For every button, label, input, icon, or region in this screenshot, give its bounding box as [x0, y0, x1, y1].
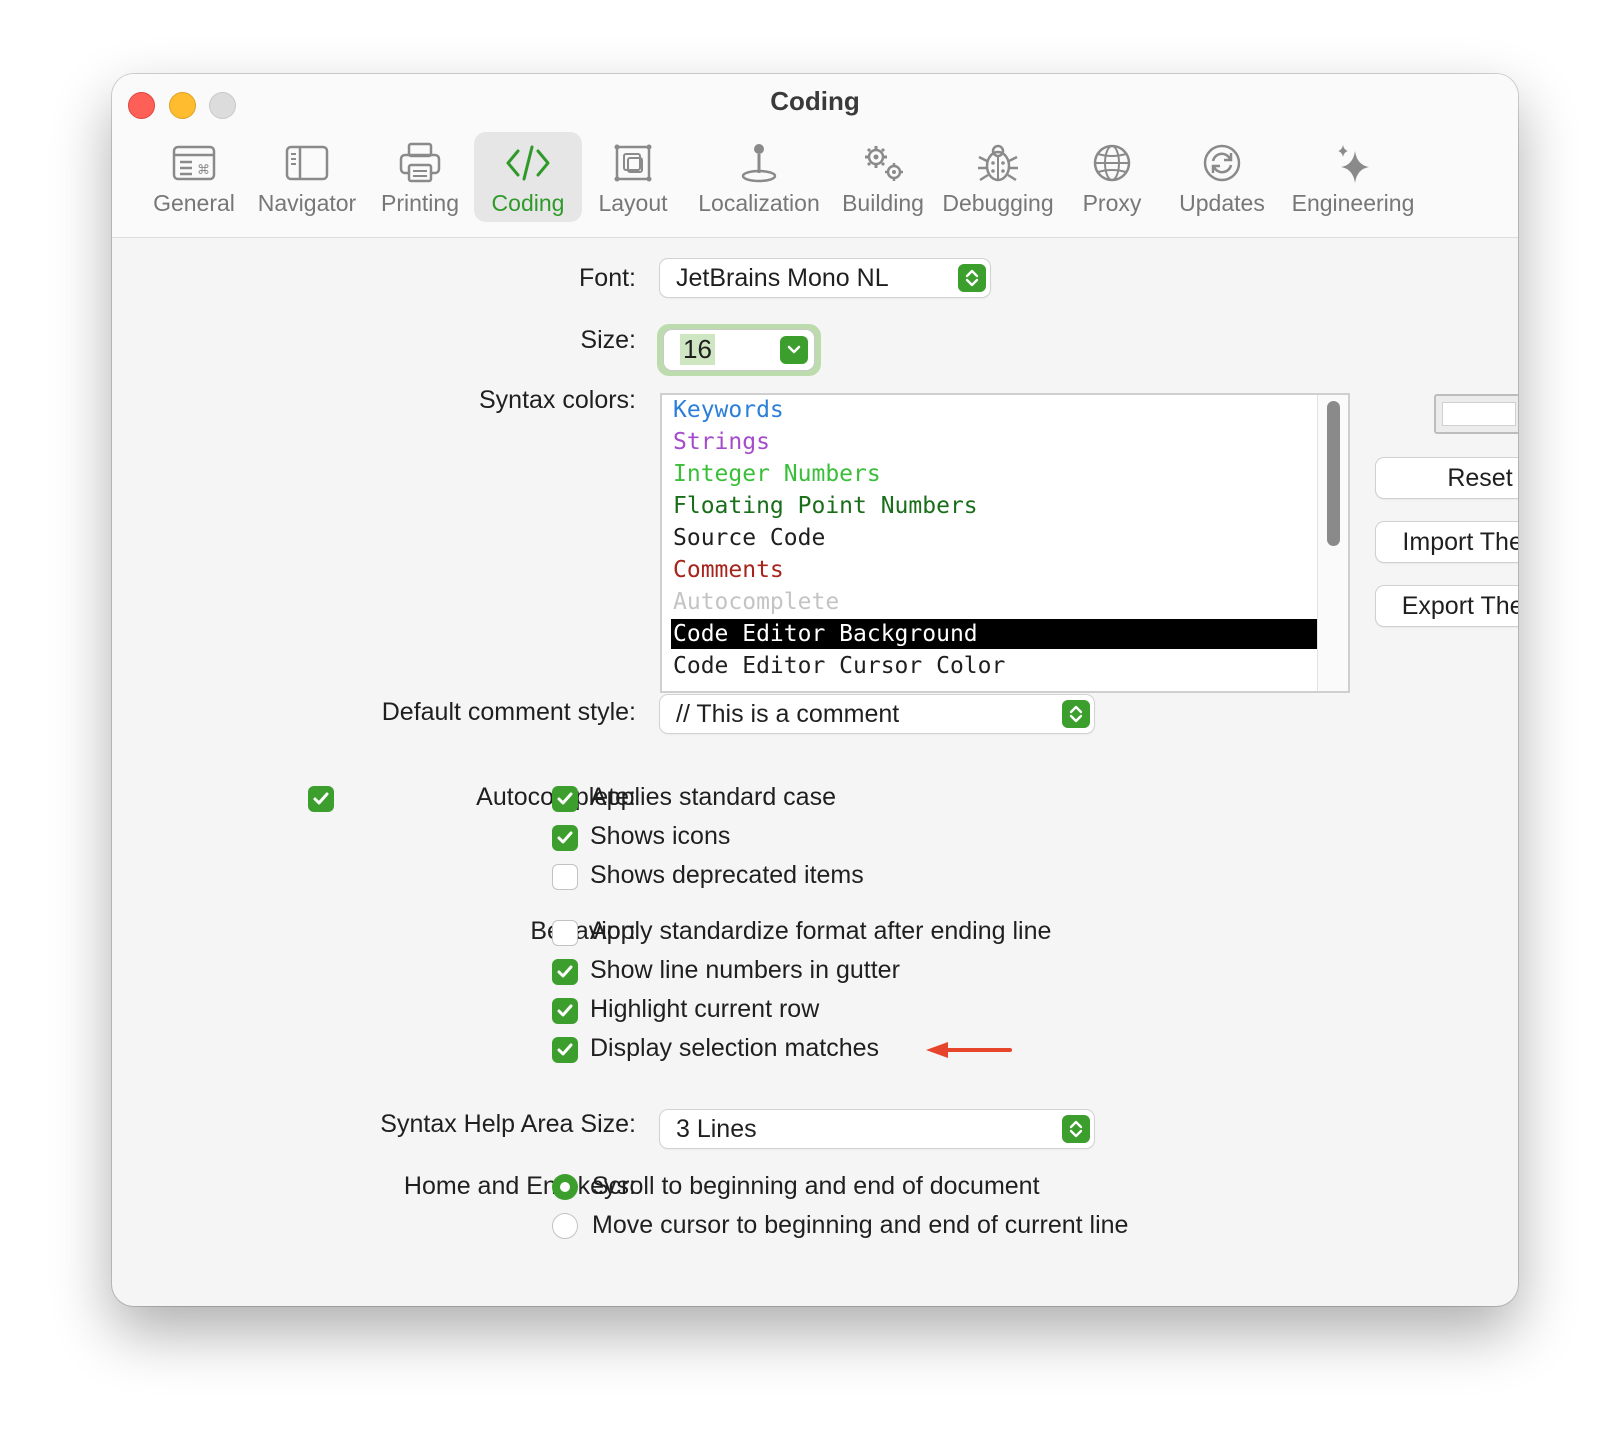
list-item[interactable]: Source Code: [671, 523, 1325, 553]
list-item[interactable]: Strings: [671, 427, 1325, 457]
reset-button[interactable]: Reset: [1376, 458, 1518, 498]
help-area-popup[interactable]: 3 Lines: [660, 1110, 1094, 1148]
scrollbar-thumb[interactable]: [1327, 401, 1340, 546]
list-item[interactable]: Keywords: [671, 395, 1325, 425]
chevron-up-down-icon: [1062, 1115, 1090, 1143]
move-cursor-radio[interactable]: [552, 1213, 578, 1239]
font-popup[interactable]: JetBrains Mono NL: [660, 259, 990, 297]
checkbox-label: Applies standard case: [590, 783, 836, 811]
list-item[interactable]: Integer Numbers: [671, 459, 1325, 489]
tab-debugging[interactable]: Debugging: [938, 132, 1058, 222]
shows-deprecated-items-checkbox[interactable]: [552, 864, 578, 890]
tab-label: Engineering: [1291, 190, 1415, 216]
chevron-up-down-icon: [1062, 700, 1090, 728]
layout-icon: [607, 140, 659, 186]
tab-engineering[interactable]: Engineering: [1288, 132, 1418, 222]
tab-label: Building: [842, 190, 924, 216]
checkbox-label: Shows deprecated items: [590, 861, 864, 889]
scroll-document-radio[interactable]: [552, 1174, 578, 1200]
tab-building[interactable]: Building: [840, 132, 926, 222]
list-item[interactable]: Comments: [671, 555, 1325, 585]
color-well[interactable]: [1434, 394, 1518, 434]
font-label: Font:: [579, 264, 636, 292]
show-line-numbers-checkbox[interactable]: [552, 959, 578, 985]
list-item-selected[interactable]: Code Editor Background: [671, 619, 1325, 649]
printer-icon: [394, 140, 446, 186]
code-brackets-icon: [502, 140, 554, 186]
svg-text:⌘: ⌘: [197, 163, 210, 178]
checkbox-label: Apply standardize format after ending li…: [590, 917, 1052, 945]
tab-label: Navigator: [257, 190, 357, 216]
size-value[interactable]: 16: [680, 334, 715, 365]
tab-label: Proxy: [1082, 190, 1142, 216]
title-bar: Coding ⌘ General Navigator Printing Codi…: [112, 74, 1518, 238]
joystick-icon: [733, 140, 785, 186]
list-item[interactable]: Autocomplete: [671, 587, 1325, 617]
tab-label: Printing: [381, 190, 459, 216]
syntax-colors-list[interactable]: Keywords Strings Integer Numbers Floatin…: [660, 393, 1350, 693]
scrollbar[interactable]: [1317, 395, 1348, 691]
tab-navigator[interactable]: Navigator: [252, 132, 362, 222]
autocomplete-checkbox[interactable]: [308, 786, 334, 812]
import-theme-button[interactable]: Import Theme: [1376, 522, 1518, 562]
display-selection-matches-checkbox[interactable]: [552, 1037, 578, 1063]
applies-standard-case-checkbox[interactable]: [552, 786, 578, 812]
sparkles-icon: [1327, 140, 1379, 186]
export-theme-button[interactable]: Export Theme: [1376, 586, 1518, 626]
comment-style-label: Default comment style:: [381, 698, 636, 726]
radio-label: Scroll to beginning and end of document: [592, 1172, 1040, 1200]
tab-label: Localization: [698, 190, 820, 216]
checkbox-label: Display selection matches: [590, 1034, 880, 1062]
bug-icon: [972, 140, 1024, 186]
checkbox-label: Shows icons: [590, 822, 731, 850]
tab-label: Updates: [1179, 190, 1265, 216]
size-combobox[interactable]: 16: [664, 330, 814, 370]
tab-label: Coding: [491, 190, 565, 216]
tab-localization[interactable]: Localization: [694, 132, 824, 222]
refresh-icon: [1196, 140, 1248, 186]
checkbox-label: Highlight current row: [590, 995, 820, 1023]
radio-label: Move cursor to beginning and end of curr…: [592, 1211, 1129, 1239]
comment-style-popup[interactable]: // This is a comment: [660, 695, 1094, 733]
syntax-colors-label: Syntax colors:: [478, 386, 636, 414]
tab-layout[interactable]: Layout: [590, 132, 676, 222]
apply-standardize-format-checkbox[interactable]: [552, 920, 578, 946]
list-item[interactable]: Code Editor Cursor Color: [671, 651, 1325, 681]
highlight-current-row-checkbox[interactable]: [552, 998, 578, 1024]
tab-general[interactable]: ⌘ General: [149, 132, 239, 222]
gears-icon: [857, 140, 909, 186]
help-area-label: Syntax Help Area Size:: [380, 1110, 636, 1138]
shows-icons-checkbox[interactable]: [552, 825, 578, 851]
tab-label: Layout: [598, 190, 668, 216]
sidebar-icon: [281, 140, 333, 186]
size-label: Size:: [580, 326, 636, 354]
window-title: Coding: [770, 86, 860, 116]
tab-label: Debugging: [942, 190, 1054, 216]
checkbox-label: Show line numbers in gutter: [590, 956, 900, 984]
globe-icon: [1086, 140, 1138, 186]
preferences-window: Coding ⌘ General Navigator Printing Codi…: [112, 74, 1518, 1306]
chevron-down-icon[interactable]: [780, 336, 808, 364]
tab-printing[interactable]: Printing: [372, 132, 468, 222]
annotation-arrow-icon: [926, 1042, 1012, 1058]
tab-coding[interactable]: Coding: [474, 132, 582, 222]
tab-updates[interactable]: Updates: [1172, 132, 1272, 222]
help-area-value: 3 Lines: [676, 1114, 757, 1143]
font-value: JetBrains Mono NL: [676, 263, 889, 292]
comment-style-value: // This is a comment: [676, 699, 900, 728]
tab-label: General: [153, 190, 235, 216]
general-icon: ⌘: [168, 140, 220, 186]
tab-proxy[interactable]: Proxy: [1072, 132, 1152, 222]
list-item[interactable]: Floating Point Numbers: [671, 491, 1325, 521]
chevron-up-down-icon: [958, 264, 986, 292]
